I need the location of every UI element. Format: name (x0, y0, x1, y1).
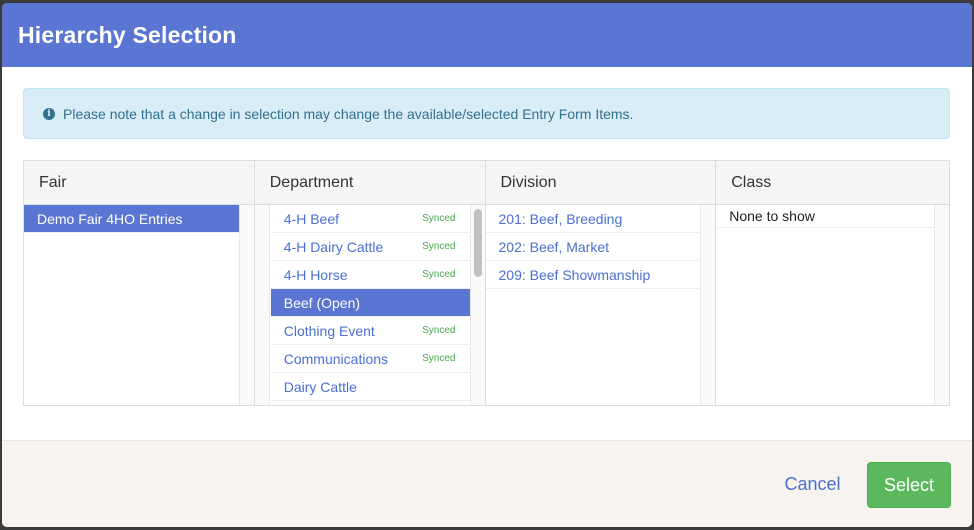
department-item-label: 4-H Dairy Cattle (283, 238, 384, 255)
class-column: Class None to show (716, 161, 949, 405)
synced-badge: Synced (422, 213, 456, 224)
division-scrollbar[interactable] (700, 205, 716, 405)
fair-scrollbar[interactable] (238, 205, 254, 405)
hierarchy-selection-dialog: Hierarchy Selection i Please note that a… (2, 3, 972, 527)
synced-badge: Synced (422, 241, 456, 252)
division-item-label: 202: Beef, Market (498, 238, 610, 255)
division-column-header: Division (485, 161, 716, 205)
department-list: 4-H Beef Synced 4-H Dairy Cattle Synced … (270, 205, 470, 405)
division-item-label: 209: Beef Showmanship (498, 266, 651, 283)
division-item-202[interactable]: 202: Beef, Market (485, 233, 701, 261)
department-item-4h-beef[interactable]: 4-H Beef Synced (270, 205, 470, 233)
department-item-label: Dairy Cattle (283, 378, 357, 395)
department-left-gutter (254, 205, 270, 405)
division-item-209[interactable]: 209: Beef Showmanship (485, 261, 701, 289)
department-scrollbar[interactable] (469, 205, 485, 405)
department-item-label: 4-H Beef (283, 210, 339, 227)
info-alert: i Please note that a change in selection… (23, 88, 950, 139)
department-item-dairy-cattle[interactable]: Dairy Cattle (270, 373, 470, 401)
info-alert-text: Please note that a change in selection m… (63, 105, 634, 122)
fair-item-label: Demo Fair 4HO Entries (37, 210, 183, 227)
division-item-201[interactable]: 201: Beef, Breeding (485, 205, 701, 233)
class-list: None to show (716, 205, 934, 405)
division-column: Division 201: Beef, Breeding 202: Beef, … (485, 161, 717, 405)
department-item-label: Beef (Open) (283, 294, 361, 311)
info-icon: i (43, 107, 55, 120)
fair-column-header: Fair (24, 161, 254, 205)
cancel-button[interactable]: Cancel (770, 467, 855, 501)
department-column-header: Department (254, 161, 485, 205)
department-scroll-thumb[interactable] (473, 209, 482, 277)
class-column-header: Class (716, 161, 949, 205)
department-item-label: 4-H Horse (283, 266, 348, 283)
fair-column: Fair Demo Fair 4HO Entries (24, 161, 255, 405)
class-scrollbar[interactable] (934, 205, 949, 405)
synced-badge: Synced (422, 325, 456, 336)
division-item-label: 201: Beef, Breeding (498, 210, 623, 227)
department-item-label: Communications (283, 350, 389, 367)
dialog-footer: Cancel Select (2, 440, 972, 527)
dialog-title: Hierarchy Selection (18, 21, 237, 48)
dialog-header: Hierarchy Selection (2, 3, 972, 67)
department-item-beef-open[interactable]: Beef (Open) (270, 289, 470, 317)
department-item-communications[interactable]: Communications Synced (270, 345, 470, 373)
department-item-clothing-event[interactable]: Clothing Event Synced (270, 317, 470, 345)
synced-badge: Synced (422, 353, 456, 364)
select-button[interactable]: Select (867, 462, 951, 508)
fair-list: Demo Fair 4HO Entries (24, 205, 239, 405)
department-column: Department 4-H Beef Synced 4-H Dairy Cat… (254, 161, 486, 405)
hierarchy-columns: Fair Demo Fair 4HO Entries Department 4-… (23, 160, 950, 406)
department-item-4h-horse[interactable]: 4-H Horse Synced (270, 261, 470, 289)
department-item-label: Clothing Event (283, 322, 375, 339)
class-empty-text: None to show (716, 205, 934, 228)
synced-badge: Synced (422, 269, 456, 280)
division-list: 201: Beef, Breeding 202: Beef, Market 20… (485, 205, 701, 405)
department-item-4h-dairy-cattle[interactable]: 4-H Dairy Cattle Synced (270, 233, 470, 261)
fair-item[interactable]: Demo Fair 4HO Entries (24, 205, 239, 233)
